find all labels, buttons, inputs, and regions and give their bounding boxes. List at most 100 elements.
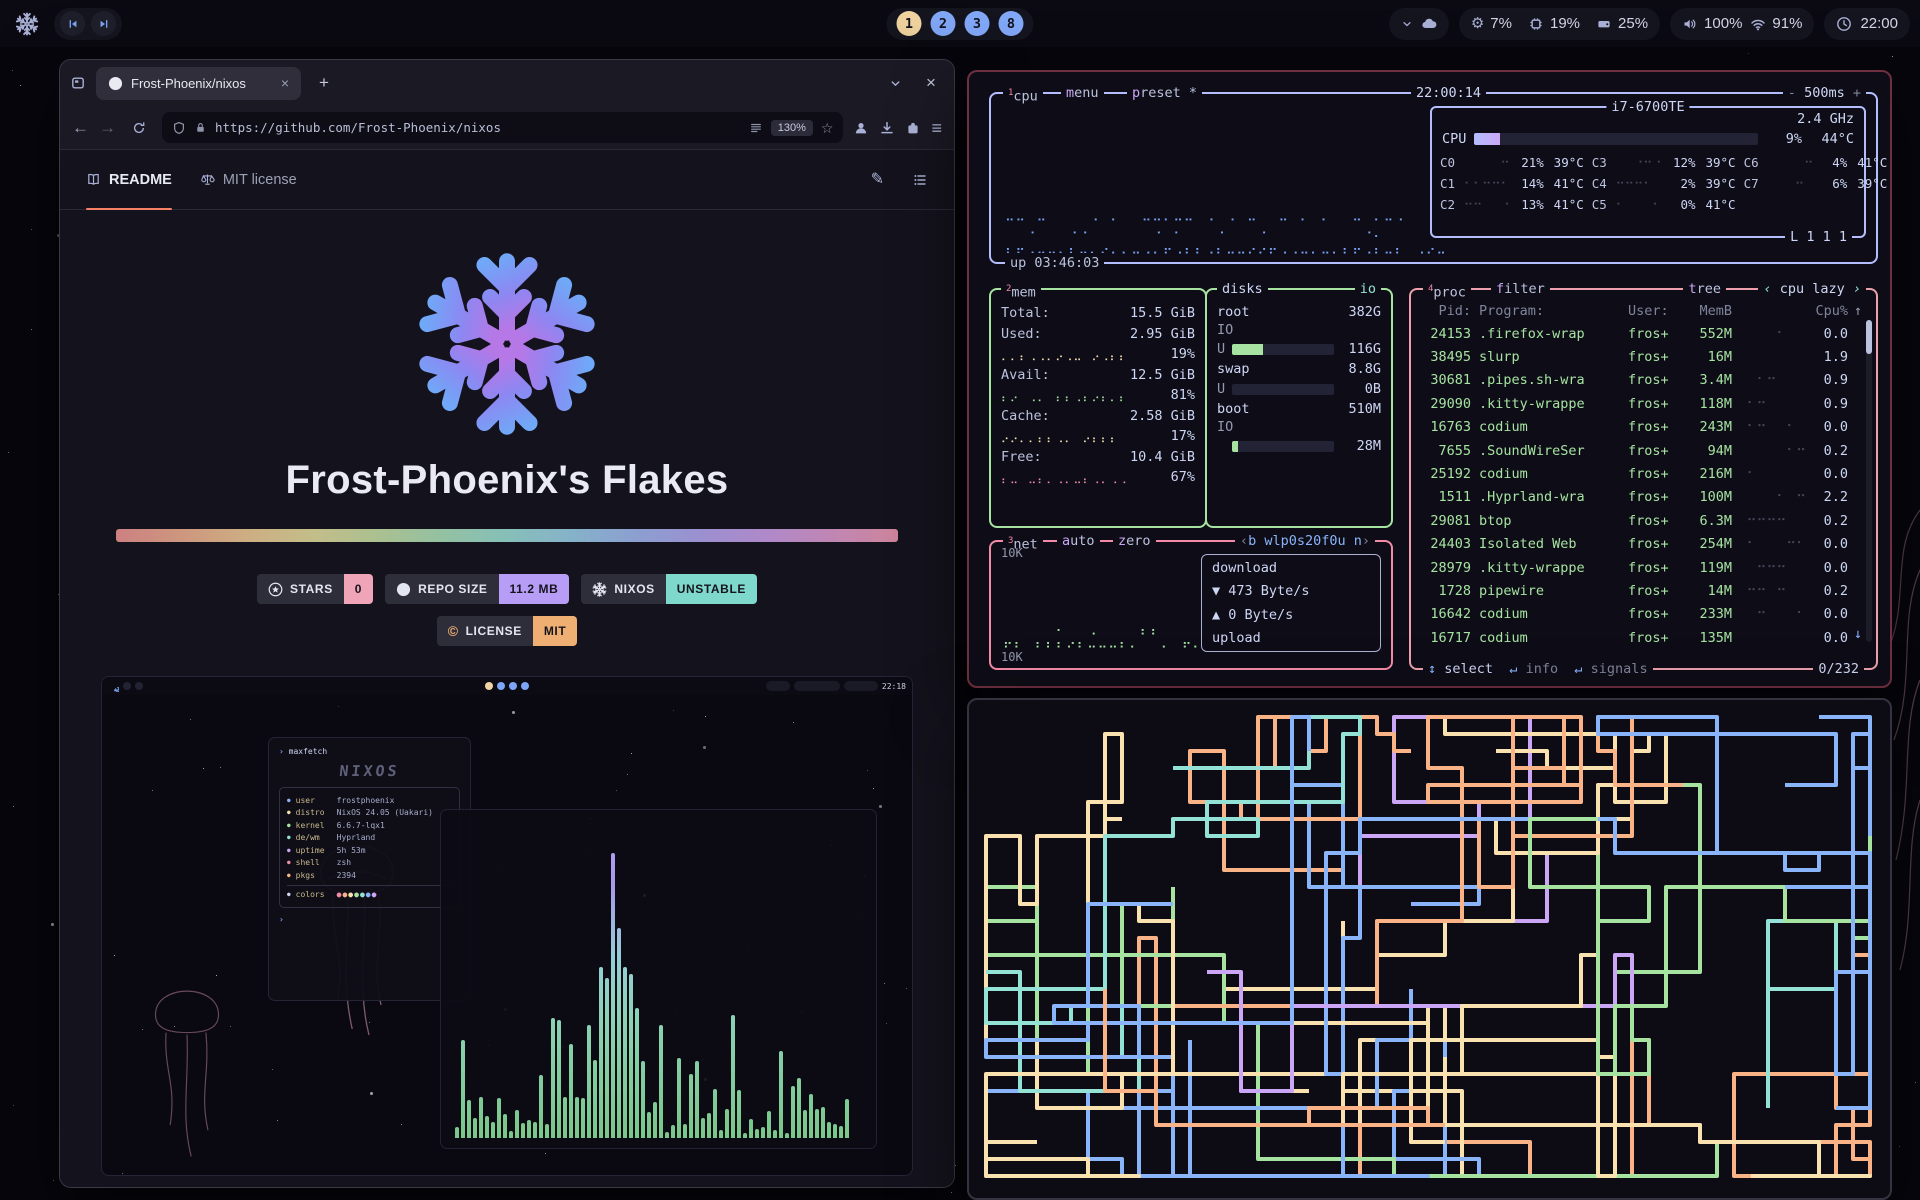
- btop-cpu-panel: 1cpu menu preset * 22:00:14 - 500ms + ⠒⠒…: [989, 92, 1878, 264]
- prompt-icon: ›: [279, 915, 284, 924]
- workspace-button-1[interactable]: 1: [897, 11, 922, 36]
- process-row-29090[interactable]: 29090.kitty-wrappefros+118M⠂⠒⠀⠀⠀⠀0.9: [1423, 392, 1862, 415]
- scroll-down-icon[interactable]: ↓: [1854, 626, 1862, 642]
- mini-widget: [794, 681, 840, 691]
- copyright-icon: ©: [448, 623, 459, 639]
- weather-widget[interactable]: [1389, 8, 1449, 40]
- back-button[interactable]: ←: [72, 118, 89, 138]
- lock-icon[interactable]: [194, 121, 207, 134]
- pencil-icon[interactable]: ✎: [871, 172, 884, 188]
- account-icon[interactable]: [853, 120, 869, 136]
- window-close-button[interactable]: ×: [918, 70, 944, 96]
- tab-close-button[interactable]: ×: [281, 75, 289, 91]
- shield-icon[interactable]: [172, 121, 186, 135]
- nixos-ascii-art: NIXOS: [278, 762, 461, 780]
- nixos-logo-icon: [15, 12, 39, 36]
- audio-network-widget[interactable]: 100% 91%: [1670, 8, 1814, 40]
- workspace-button-3[interactable]: 3: [965, 11, 990, 36]
- download-label: download: [1212, 560, 1370, 576]
- mini-widget: [844, 681, 878, 691]
- download-icon[interactable]: [879, 120, 895, 136]
- io-mode-button[interactable]: io: [1355, 279, 1381, 299]
- mem-used: Used:2.95 GiB: [1001, 323, 1195, 344]
- btop-net-panel: 3net auto zero ‹b wlp0s20f0u n› 10K ⠀⠀⠀⠀…: [989, 540, 1393, 670]
- process-row-7655[interactable]: 7655.SoundWireSerfros+94M⠀⠀⠀⠀⠂⠒0.2: [1423, 439, 1862, 462]
- disks-box-label[interactable]: disks: [1217, 279, 1268, 299]
- tree-button[interactable]: tree: [1683, 279, 1726, 299]
- media-prev-button[interactable]: [60, 11, 85, 36]
- refresh-button[interactable]: [126, 115, 152, 141]
- forward-button[interactable]: →: [99, 118, 116, 138]
- clock-widget[interactable]: 22:00: [1824, 8, 1910, 40]
- iface-prev-icon[interactable]: ‹: [1240, 533, 1248, 549]
- process-row-25192[interactable]: 25192codiumfros+216M⠂⠀⠀⠀⠀⠀0.0: [1423, 462, 1862, 485]
- tab-readme[interactable]: README: [86, 150, 172, 209]
- browser-tab[interactable]: Frost-Phoenix/nixos ×: [96, 67, 301, 100]
- sort-direction-icon: ↑: [1848, 303, 1862, 319]
- volume-value: 100%: [1704, 15, 1742, 32]
- process-row-16717[interactable]: 16717codiumfros+135M⠀⠀⠀⠀⠀⠀0.0: [1423, 626, 1862, 649]
- cpu-model: i7-6700TE: [1606, 97, 1689, 117]
- sort-prev-icon[interactable]: ‹: [1763, 281, 1771, 297]
- mem-box-label[interactable]: 2mem: [1001, 279, 1041, 303]
- readme-screenshot-image[interactable]: 22:18 › maxfetch NIXOS ●userfrostphoenix…: [101, 676, 913, 1176]
- process-row-24403[interactable]: 24403Isolated Webfros+254M⠂⠀⠀⠀⠒⠂0.0: [1423, 533, 1862, 556]
- select-action[interactable]: select: [1444, 661, 1493, 677]
- bookmark-star-icon[interactable]: ☆: [821, 121, 834, 135]
- hamburger-menu-icon[interactable]: ≡: [931, 119, 942, 137]
- wifi-value: 91%: [1772, 15, 1802, 32]
- preset-button[interactable]: preset *: [1127, 83, 1202, 103]
- cpu-total-temp: 44°C: [1810, 131, 1854, 147]
- zoom-level-badge[interactable]: 130%: [771, 120, 813, 136]
- extensions-puzzle-icon[interactable]: [905, 120, 921, 136]
- menu-button[interactable]: menu: [1061, 83, 1104, 103]
- iface-next-icon[interactable]: ›: [1362, 533, 1370, 549]
- process-row-38495[interactable]: 38495slurpfros+16M⠀⠀⠀⠀⠀⠀1.9: [1423, 345, 1862, 368]
- process-row-30681[interactable]: 30681.pipes.sh-wrafros+3.4M⠀⠂⠒⠀⠀⠀0.9: [1423, 369, 1862, 392]
- badge-license[interactable]: ©LICENSEMIT: [437, 616, 578, 646]
- workspace-button-2[interactable]: 2: [931, 11, 956, 36]
- net-zero-button[interactable]: zero: [1113, 531, 1156, 551]
- scrollbar-thumb[interactable]: [1866, 320, 1872, 354]
- url-bar[interactable]: https://github.com/Frost-Phoenix/nixos 1…: [162, 112, 843, 143]
- process-row-16763[interactable]: 16763codiumfros+243M⠂⠒⠀⠀⠂⠀0.0: [1423, 416, 1862, 439]
- sort-selector[interactable]: ‹ cpu lazy ›: [1758, 279, 1866, 299]
- cpu-box-label[interactable]: 1cpu: [1003, 83, 1043, 107]
- pipes-window: [967, 698, 1892, 1200]
- process-header-row[interactable]: Pid: Program: User: MemB Cpu% ↑: [1423, 300, 1862, 322]
- badge-nixos[interactable]: NIXOSUNSTABLE: [581, 574, 757, 604]
- workspace-button-8[interactable]: 8: [999, 11, 1024, 36]
- badge-stars[interactable]: STARS0: [257, 574, 373, 604]
- reader-view-icon[interactable]: [749, 121, 763, 135]
- system-stats-widget[interactable]: ⚙7% 19% 25%: [1459, 8, 1660, 40]
- proc-box-label[interactable]: 4proc: [1423, 279, 1471, 303]
- media-next-button[interactable]: [91, 11, 116, 36]
- outline-icon[interactable]: [912, 172, 928, 188]
- firefox-view-icon[interactable]: [70, 75, 86, 91]
- wifi-icon: [1750, 16, 1766, 32]
- interval-minus-button[interactable]: -: [1788, 85, 1796, 101]
- tab-license[interactable]: MIT license: [200, 150, 297, 209]
- process-row-24153[interactable]: 24153.firefox-wrapfros+552M⠀⠀⠀⠂⠀⠀0.0: [1423, 322, 1862, 345]
- badge-repo-size[interactable]: REPO SIZE11.2 MB: [385, 574, 569, 604]
- fetch-bullet-icon: ●: [287, 891, 291, 898]
- process-row-1728[interactable]: 1728pipewirefros+14M⠒⠒⠀⠒⠀⠀0.2: [1423, 579, 1862, 602]
- new-tab-button[interactable]: +: [311, 70, 337, 96]
- audio-visualizer: [440, 809, 877, 1149]
- process-row-1511[interactable]: 1511.Hyprland-wrafros+100M⠀⠀⠀⠂⠀⠒2.2: [1423, 486, 1862, 509]
- filter-button[interactable]: filter: [1491, 279, 1550, 299]
- process-row-16642[interactable]: 16642codiumfros+233M⠀⠒⠀⠀⠀⠂0.0: [1423, 603, 1862, 626]
- net-auto-button[interactable]: auto: [1057, 531, 1100, 551]
- net-interface-selector[interactable]: ‹b wlp0s20f0u n›: [1235, 531, 1375, 551]
- info-action[interactable]: info: [1526, 661, 1559, 677]
- update-interval-control[interactable]: - 500ms +: [1783, 83, 1866, 103]
- nixos-menu-button[interactable]: [10, 7, 44, 41]
- interval-plus-button[interactable]: +: [1853, 85, 1861, 101]
- tab-list-button[interactable]: [882, 70, 908, 96]
- signals-action[interactable]: signals: [1591, 661, 1648, 677]
- process-scrollbar[interactable]: [1866, 320, 1872, 642]
- sort-next-icon[interactable]: ›: [1853, 281, 1861, 297]
- memory-rows: Total:15.5 GiBUsed:2.95 GiB⡀⡀⡄⢀⢀⡀⡠⢀⣀⠀⡠⢀⡄…: [991, 290, 1205, 487]
- process-row-28979[interactable]: 28979.kitty-wrappefros+119M⠀⠒⠒⠒⠀⠀0.0: [1423, 556, 1862, 579]
- process-row-29081[interactable]: 29081btopfros+6.3M⠒⠒⠒⠒⠀⠀0.2: [1423, 509, 1862, 532]
